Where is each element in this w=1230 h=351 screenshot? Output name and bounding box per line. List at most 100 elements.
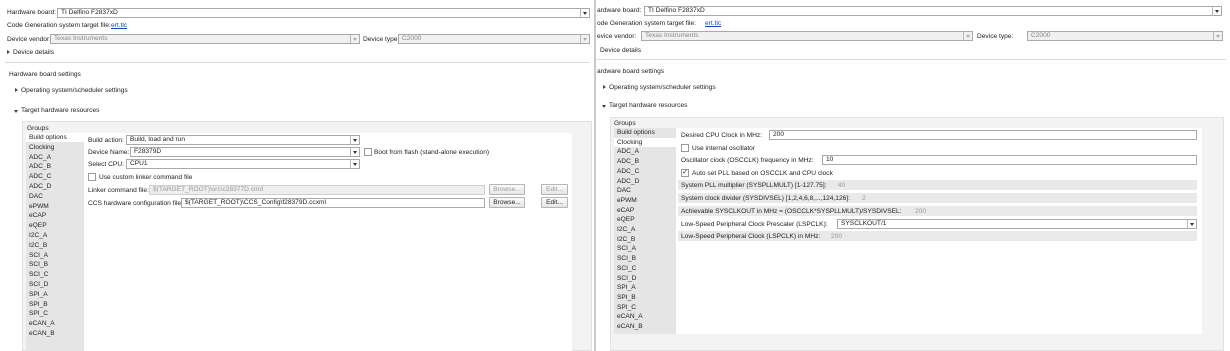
hardware-board-select[interactable]: TI Delfino F2837xD bbox=[57, 8, 590, 18]
group-item-i2c-b[interactable]: I2C_B bbox=[26, 241, 84, 250]
group-item-clocking[interactable]: Clocking bbox=[614, 137, 676, 147]
auto-set-pll-checkbox[interactable]: ✓ bbox=[681, 169, 689, 177]
cpu-clock-label: Desired CPU Clock in MHz: bbox=[681, 132, 762, 139]
group-item-adc-b[interactable]: ADC_B bbox=[614, 157, 676, 166]
group-item-sci-c[interactable]: SCI_C bbox=[26, 270, 84, 279]
hardware-board-select[interactable]: TI Delfino F2837xD bbox=[644, 6, 1222, 16]
group-item-spi-b[interactable]: SPI_B bbox=[26, 300, 84, 309]
group-item-adc-a[interactable]: ADC_A bbox=[26, 153, 84, 162]
lsp-prescaler-value: SYSCLKOUT/1 bbox=[841, 220, 887, 227]
pll-multiplier-label: System PLL multiplier (SYSPLLMULT) [1-12… bbox=[681, 182, 827, 189]
chevron-down-icon bbox=[350, 136, 359, 144]
device-vendor-select[interactable]: Texas Instruments bbox=[641, 31, 973, 41]
expand-right-icon[interactable] bbox=[15, 88, 18, 92]
left-settings-panel: Hardware board: TI Delfino F2837xD Code … bbox=[0, 0, 594, 351]
cpu-clock-input[interactable]: 200 bbox=[769, 130, 1197, 140]
hardware-board-label: ardware board: bbox=[597, 7, 642, 14]
ccs-edit-button[interactable]: Edit... bbox=[541, 197, 568, 208]
build-action-label: Build action: bbox=[88, 137, 124, 144]
device-name-value: F28379D bbox=[134, 148, 162, 155]
group-item-clocking[interactable]: Clocking bbox=[26, 143, 84, 152]
group-item-epwm[interactable]: ePWM bbox=[26, 202, 84, 211]
chevron-down-icon bbox=[1213, 32, 1222, 40]
group-item-eqep[interactable]: eQEP bbox=[614, 215, 676, 224]
expand-down-icon[interactable] bbox=[602, 105, 606, 108]
group-item-ecan-b[interactable]: eCAN_B bbox=[26, 329, 84, 338]
device-type-select[interactable]: C2000 bbox=[398, 34, 590, 44]
section-divider bbox=[596, 59, 1226, 60]
group-item-ecap[interactable]: eCAP bbox=[26, 211, 84, 220]
os-scheduler-settings-toggle[interactable]: Operating system/scheduler settings bbox=[21, 86, 128, 95]
lsp-clock-value: 200 bbox=[831, 233, 843, 240]
group-item-i2c-a[interactable]: I2C_A bbox=[614, 225, 676, 234]
group-item-spi-c[interactable]: SPI_C bbox=[614, 303, 676, 312]
group-item-adc-b[interactable]: ADC_B bbox=[26, 162, 84, 171]
group-item-sci-b[interactable]: SCI_B bbox=[26, 260, 84, 269]
group-item-spi-b[interactable]: SPI_B bbox=[614, 293, 676, 302]
right-settings-panel: ardware board: TI Delfino F2837xD ode Ge… bbox=[596, 0, 1230, 351]
group-item-build-options[interactable]: Build options bbox=[26, 133, 84, 142]
group-item-i2c-a[interactable]: I2C_A bbox=[26, 231, 84, 240]
group-item-spi-a[interactable]: SPI_A bbox=[26, 290, 84, 299]
group-item-ecan-a[interactable]: eCAN_A bbox=[614, 312, 676, 321]
select-cpu-select[interactable]: CPU1 bbox=[126, 159, 360, 169]
group-item-epwm[interactable]: ePWM bbox=[614, 196, 676, 205]
select-cpu-label: Select CPU: bbox=[88, 161, 124, 168]
device-vendor-label: evice vendor: bbox=[597, 33, 637, 40]
target-hardware-resources-toggle[interactable]: Target hardware resources bbox=[21, 106, 99, 115]
expand-right-icon[interactable] bbox=[603, 85, 606, 89]
group-item-dac[interactable]: DAC bbox=[26, 192, 84, 201]
group-item-sci-b[interactable]: SCI_B bbox=[614, 254, 676, 263]
build-action-select[interactable]: Build, load and run bbox=[126, 135, 360, 145]
ccs-config-file-value: $(TARGET_ROOT)\CCS_Config\f28379D.ccxml bbox=[185, 199, 326, 206]
target-hardware-resources-toggle[interactable]: Target hardware resources bbox=[609, 101, 687, 110]
groups-list: Build options Clocking ADC_A ADC_B ADC_C ADC_… bbox=[614, 128, 676, 334]
device-name-select[interactable]: F28379D bbox=[130, 147, 360, 157]
custom-linker-checkbox[interactable] bbox=[88, 173, 96, 181]
group-item-adc-d[interactable]: ADC_D bbox=[614, 177, 676, 186]
device-details-toggle[interactable]: Device details bbox=[13, 48, 54, 57]
lsp-prescaler-select[interactable]: SYSCLKOUT/1 bbox=[837, 219, 1197, 229]
group-item-dac[interactable]: DAC bbox=[614, 186, 676, 195]
device-name-label: Device Name: bbox=[88, 149, 130, 156]
device-type-value: C2000 bbox=[1031, 32, 1051, 39]
group-item-eqep[interactable]: eQEP bbox=[26, 221, 84, 230]
group-item-adc-d[interactable]: ADC_D bbox=[26, 182, 84, 191]
group-item-adc-c[interactable]: ADC_C bbox=[26, 172, 84, 181]
group-item-sci-a[interactable]: SCI_A bbox=[26, 251, 84, 260]
codegen-target-link[interactable]: ert.tlc bbox=[111, 21, 127, 30]
linker-browse-button[interactable]: Browse... bbox=[489, 184, 525, 195]
oscillator-frequency-input[interactable]: 10 bbox=[822, 155, 1197, 165]
group-item-i2c-b[interactable]: I2C_B bbox=[614, 235, 676, 244]
device-type-value: C2000 bbox=[402, 35, 422, 42]
internal-oscillator-checkbox[interactable] bbox=[681, 144, 689, 152]
linker-command-file-input[interactable]: $(TARGET_ROOT)\src\c28377D.cmd bbox=[149, 185, 485, 195]
group-item-adc-c[interactable]: ADC_C bbox=[614, 167, 676, 176]
group-item-ecan-b[interactable]: eCAN_B bbox=[614, 322, 676, 331]
device-vendor-select[interactable]: Texas Instruments bbox=[50, 34, 360, 44]
expand-down-icon[interactable] bbox=[14, 110, 18, 113]
device-details-toggle[interactable]: Device details bbox=[600, 46, 641, 55]
build-action-value: Build, load and run bbox=[130, 136, 185, 143]
boot-from-flash-checkbox[interactable] bbox=[364, 148, 372, 156]
group-item-ecap[interactable]: eCAP bbox=[614, 206, 676, 215]
group-item-sci-d[interactable]: SCI_D bbox=[26, 280, 84, 289]
group-item-sci-a[interactable]: SCI_A bbox=[614, 244, 676, 253]
group-item-spi-c[interactable]: SPI_C bbox=[26, 309, 84, 318]
ccs-browse-button[interactable]: Browse... bbox=[489, 197, 525, 208]
linker-edit-button[interactable]: Edit... bbox=[541, 184, 568, 195]
groups-label: Groups bbox=[27, 125, 49, 132]
group-item-adc-a[interactable]: ADC_A bbox=[614, 147, 676, 156]
group-item-sci-d[interactable]: SCI_D bbox=[614, 274, 676, 283]
ccs-config-file-input[interactable]: $(TARGET_ROOT)\CCS_Config\f28379D.ccxml bbox=[181, 198, 485, 208]
chevron-down-icon bbox=[350, 160, 359, 168]
group-item-sci-c[interactable]: SCI_C bbox=[614, 264, 676, 273]
chevron-down-icon bbox=[963, 32, 972, 40]
expand-right-icon[interactable] bbox=[7, 50, 10, 54]
group-item-build-options[interactable]: Build options bbox=[614, 128, 676, 137]
group-item-ecan-a[interactable]: eCAN_A bbox=[26, 319, 84, 328]
group-item-spi-a[interactable]: SPI_A bbox=[614, 283, 676, 292]
os-scheduler-settings-toggle[interactable]: Operating system/scheduler settings bbox=[609, 83, 716, 92]
codegen-target-link[interactable]: ert.tlc bbox=[705, 19, 721, 28]
device-type-select[interactable]: C2000 bbox=[1027, 31, 1223, 41]
